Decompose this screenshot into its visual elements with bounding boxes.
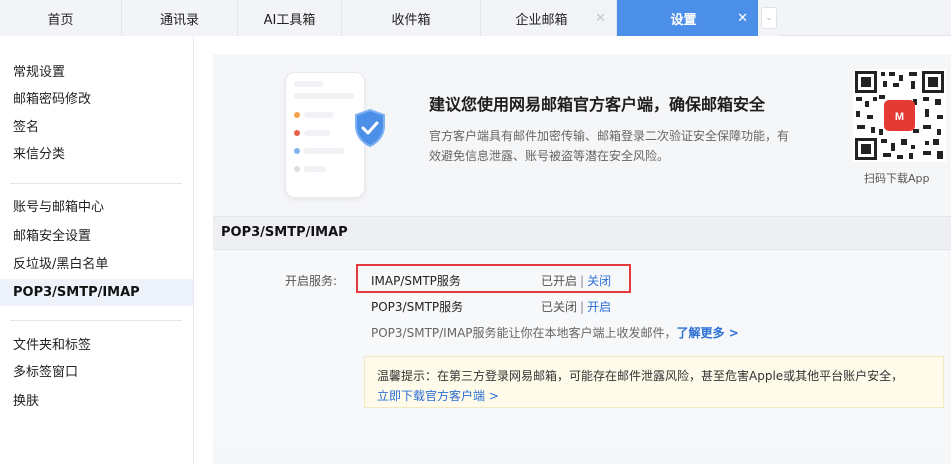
tab-label: AI工具箱: [263, 12, 316, 28]
tab-label: 设置: [670, 12, 697, 28]
warning-tip: 温馨提示：在第三方登录网易邮箱，可能存在邮件泄露风险，甚至危害Apple或其他平…: [364, 356, 944, 408]
tab-overflow[interactable]: ⌄: [758, 0, 780, 36]
service-label: 开启服务:: [285, 274, 338, 288]
settings-main: 建议您使用网易邮箱官方客户端，确保邮箱安全 官方客户端具有邮件加密传输、邮箱登录…: [213, 54, 951, 464]
qr-code-icon: M: [853, 69, 946, 162]
banner-description: 官方客户端具有邮件加密传输、邮箱登录二次验证安全保障功能，有效避免信息泄露、账号…: [429, 129, 790, 163]
separator: |: [580, 274, 585, 288]
client-promo-banner: 建议您使用网易邮箱官方客户端，确保邮箱安全 官方客户端具有邮件加密传输、邮箱登录…: [213, 54, 951, 203]
service-status-imap: 已开启 | 关闭: [541, 272, 611, 289]
tab-enterprise-mail[interactable]: 企业邮箱 ✕: [481, 0, 617, 36]
close-icon[interactable]: ✕: [595, 11, 606, 26]
tip-text: 温馨提示：在第三方登录网易邮箱，可能存在邮件泄露风险，甚至危害Apple或其他平…: [377, 369, 904, 383]
separator: |: [580, 300, 585, 314]
settings-sidebar: 常规设置 邮箱密码修改 签名 来信分类 账号与邮箱中心 邮箱安全设置 反垃圾/黑…: [0, 37, 194, 464]
sidebar-item-security[interactable]: 邮箱安全设置: [0, 223, 193, 250]
sidebar-divider: [10, 183, 182, 184]
sidebar-item-folders-labels[interactable]: 文件夹和标签: [0, 332, 193, 359]
description-text: POP3/SMTP/IMAP服务能让你在本地客户端上收发邮件，: [371, 326, 677, 340]
sidebar-item-mail-classify[interactable]: 来信分类: [0, 141, 193, 168]
svg-text:M: M: [895, 111, 904, 123]
service-settings-panel: 开启服务: IMAP/SMTP服务 已开启 | 关闭 POP3/SMTP服务 已关闭…: [213, 250, 951, 446]
status-text: 已关闭: [541, 300, 578, 314]
disable-imap-link[interactable]: 关闭: [587, 274, 611, 288]
download-client-link[interactable]: 立即下载官方客户端 >: [377, 386, 931, 406]
tab-label: 首页: [47, 12, 74, 28]
tab-contacts[interactable]: 通讯录: [122, 0, 238, 36]
status-text: 已开启: [541, 274, 578, 288]
chevron-down-icon[interactable]: ⌄: [761, 7, 777, 29]
sidebar-item-pop3-smtp-imap[interactable]: POP3/SMTP/IMAP: [0, 279, 193, 306]
service-status-pop3: 已关闭 | 开启: [541, 298, 611, 315]
sidebar-item-skin[interactable]: 换肤: [0, 388, 193, 415]
tab-label: 企业邮箱: [515, 12, 568, 28]
tab-inbox[interactable]: 收件箱: [342, 0, 481, 36]
tab-ai-toolbox[interactable]: AI工具箱: [238, 0, 342, 36]
sidebar-divider: [10, 320, 182, 321]
service-name-imap: IMAP/SMTP服务: [371, 274, 461, 288]
sidebar-item-signature[interactable]: 签名: [0, 114, 193, 141]
service-name-pop3: POP3/SMTP服务: [371, 300, 464, 314]
enable-pop3-link[interactable]: 开启: [587, 300, 611, 314]
tab-bar: 首页 通讯录 AI工具箱 收件箱 企业邮箱 ✕ 设置 ✕ ⌄: [0, 0, 951, 36]
sidebar-item-general[interactable]: 常规设置: [0, 59, 193, 86]
close-icon[interactable]: ✕: [737, 11, 748, 26]
tab-home[interactable]: 首页: [0, 0, 122, 36]
sidebar-item-antispam[interactable]: 反垃圾/黑白名单: [0, 251, 193, 278]
sidebar-item-multi-tab[interactable]: 多标签窗口: [0, 359, 193, 386]
learn-more-link[interactable]: 了解更多 >: [677, 326, 739, 340]
qr-caption: 扫码下载App: [864, 172, 930, 185]
sidebar-item-password[interactable]: 邮箱密码修改: [0, 86, 193, 113]
shield-icon: [355, 108, 385, 148]
section-title: POP3/SMTP/IMAP: [213, 216, 951, 250]
tab-label: 收件箱: [391, 12, 431, 28]
service-description: POP3/SMTP/IMAP服务能让你在本地客户端上收发邮件，了解更多 >: [371, 324, 739, 341]
banner-title: 建议您使用网易邮箱官方客户端，确保邮箱安全: [429, 95, 766, 114]
tab-settings[interactable]: 设置 ✕: [617, 0, 758, 36]
sidebar-item-account-center[interactable]: 账号与邮箱中心: [0, 194, 193, 221]
tab-label: 通讯录: [159, 12, 199, 28]
